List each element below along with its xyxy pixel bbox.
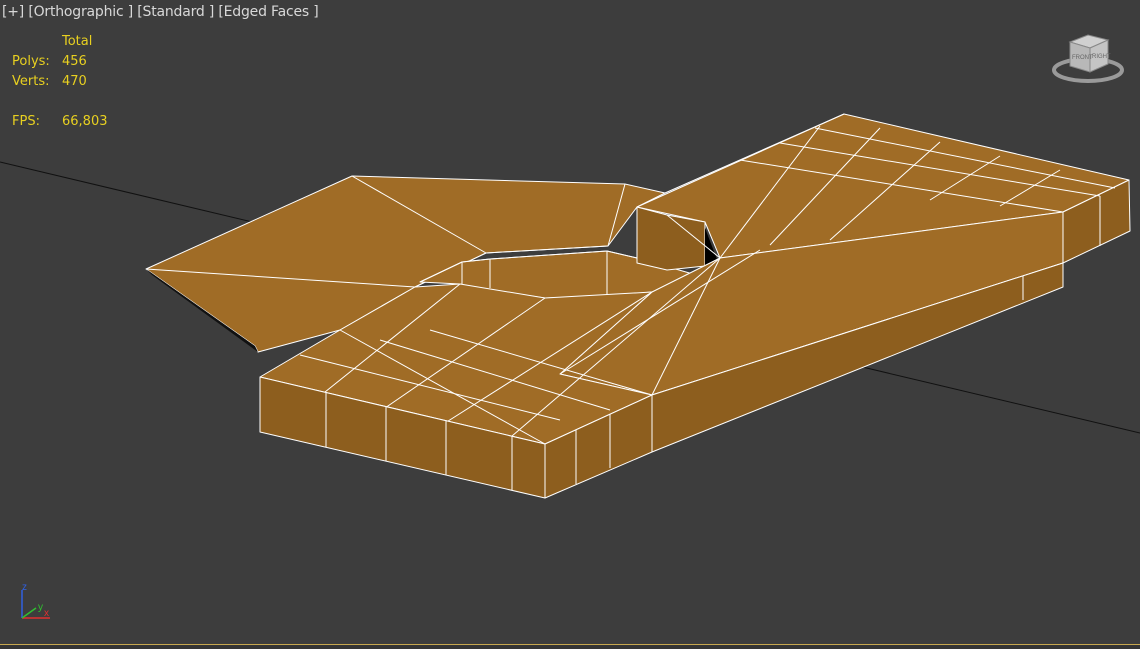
axis-z-label: z [22,582,27,593]
axis-y-line [21,607,37,619]
fps-value: 66,803 [62,114,108,129]
viewcube-navigation-icon[interactable]: FRONT RIGHT [1050,30,1130,90]
axis-x-label: x [44,608,49,619]
fps-label: FPS: [12,114,40,129]
viewport-plus-menu[interactable]: [+] [2,4,24,20]
viewport-faces-menu[interactable]: [Edged Faces ] [218,4,318,20]
axis-y-label: y [38,602,43,613]
verts-value: 470 [62,74,87,89]
verts-label: Verts: [12,74,50,89]
polys-value: 456 [62,54,87,69]
stats-header: Total [62,34,93,49]
perspective-viewport[interactable]: [+] [Orthographic ] [Standard ] [Edged F… [0,0,1140,644]
viewport-view-menu[interactable]: [Orthographic ] [28,4,133,20]
viewport-label-menu[interactable]: [+] [Orthographic ] [Standard ] [Edged F… [2,4,319,20]
3d-mesh-scene[interactable] [0,0,1140,644]
mesh-object[interactable] [145,113,1131,499]
viewcube-right-label: RIGHT [1092,54,1111,60]
axis-tripod-icon: z y x [21,582,50,619]
viewcube-front-label: FRONT [1072,55,1093,61]
viewport-shading-menu[interactable]: [Standard ] [137,4,214,20]
polys-label: Polys: [12,54,50,69]
viewport-bottom-border [0,644,1140,649]
